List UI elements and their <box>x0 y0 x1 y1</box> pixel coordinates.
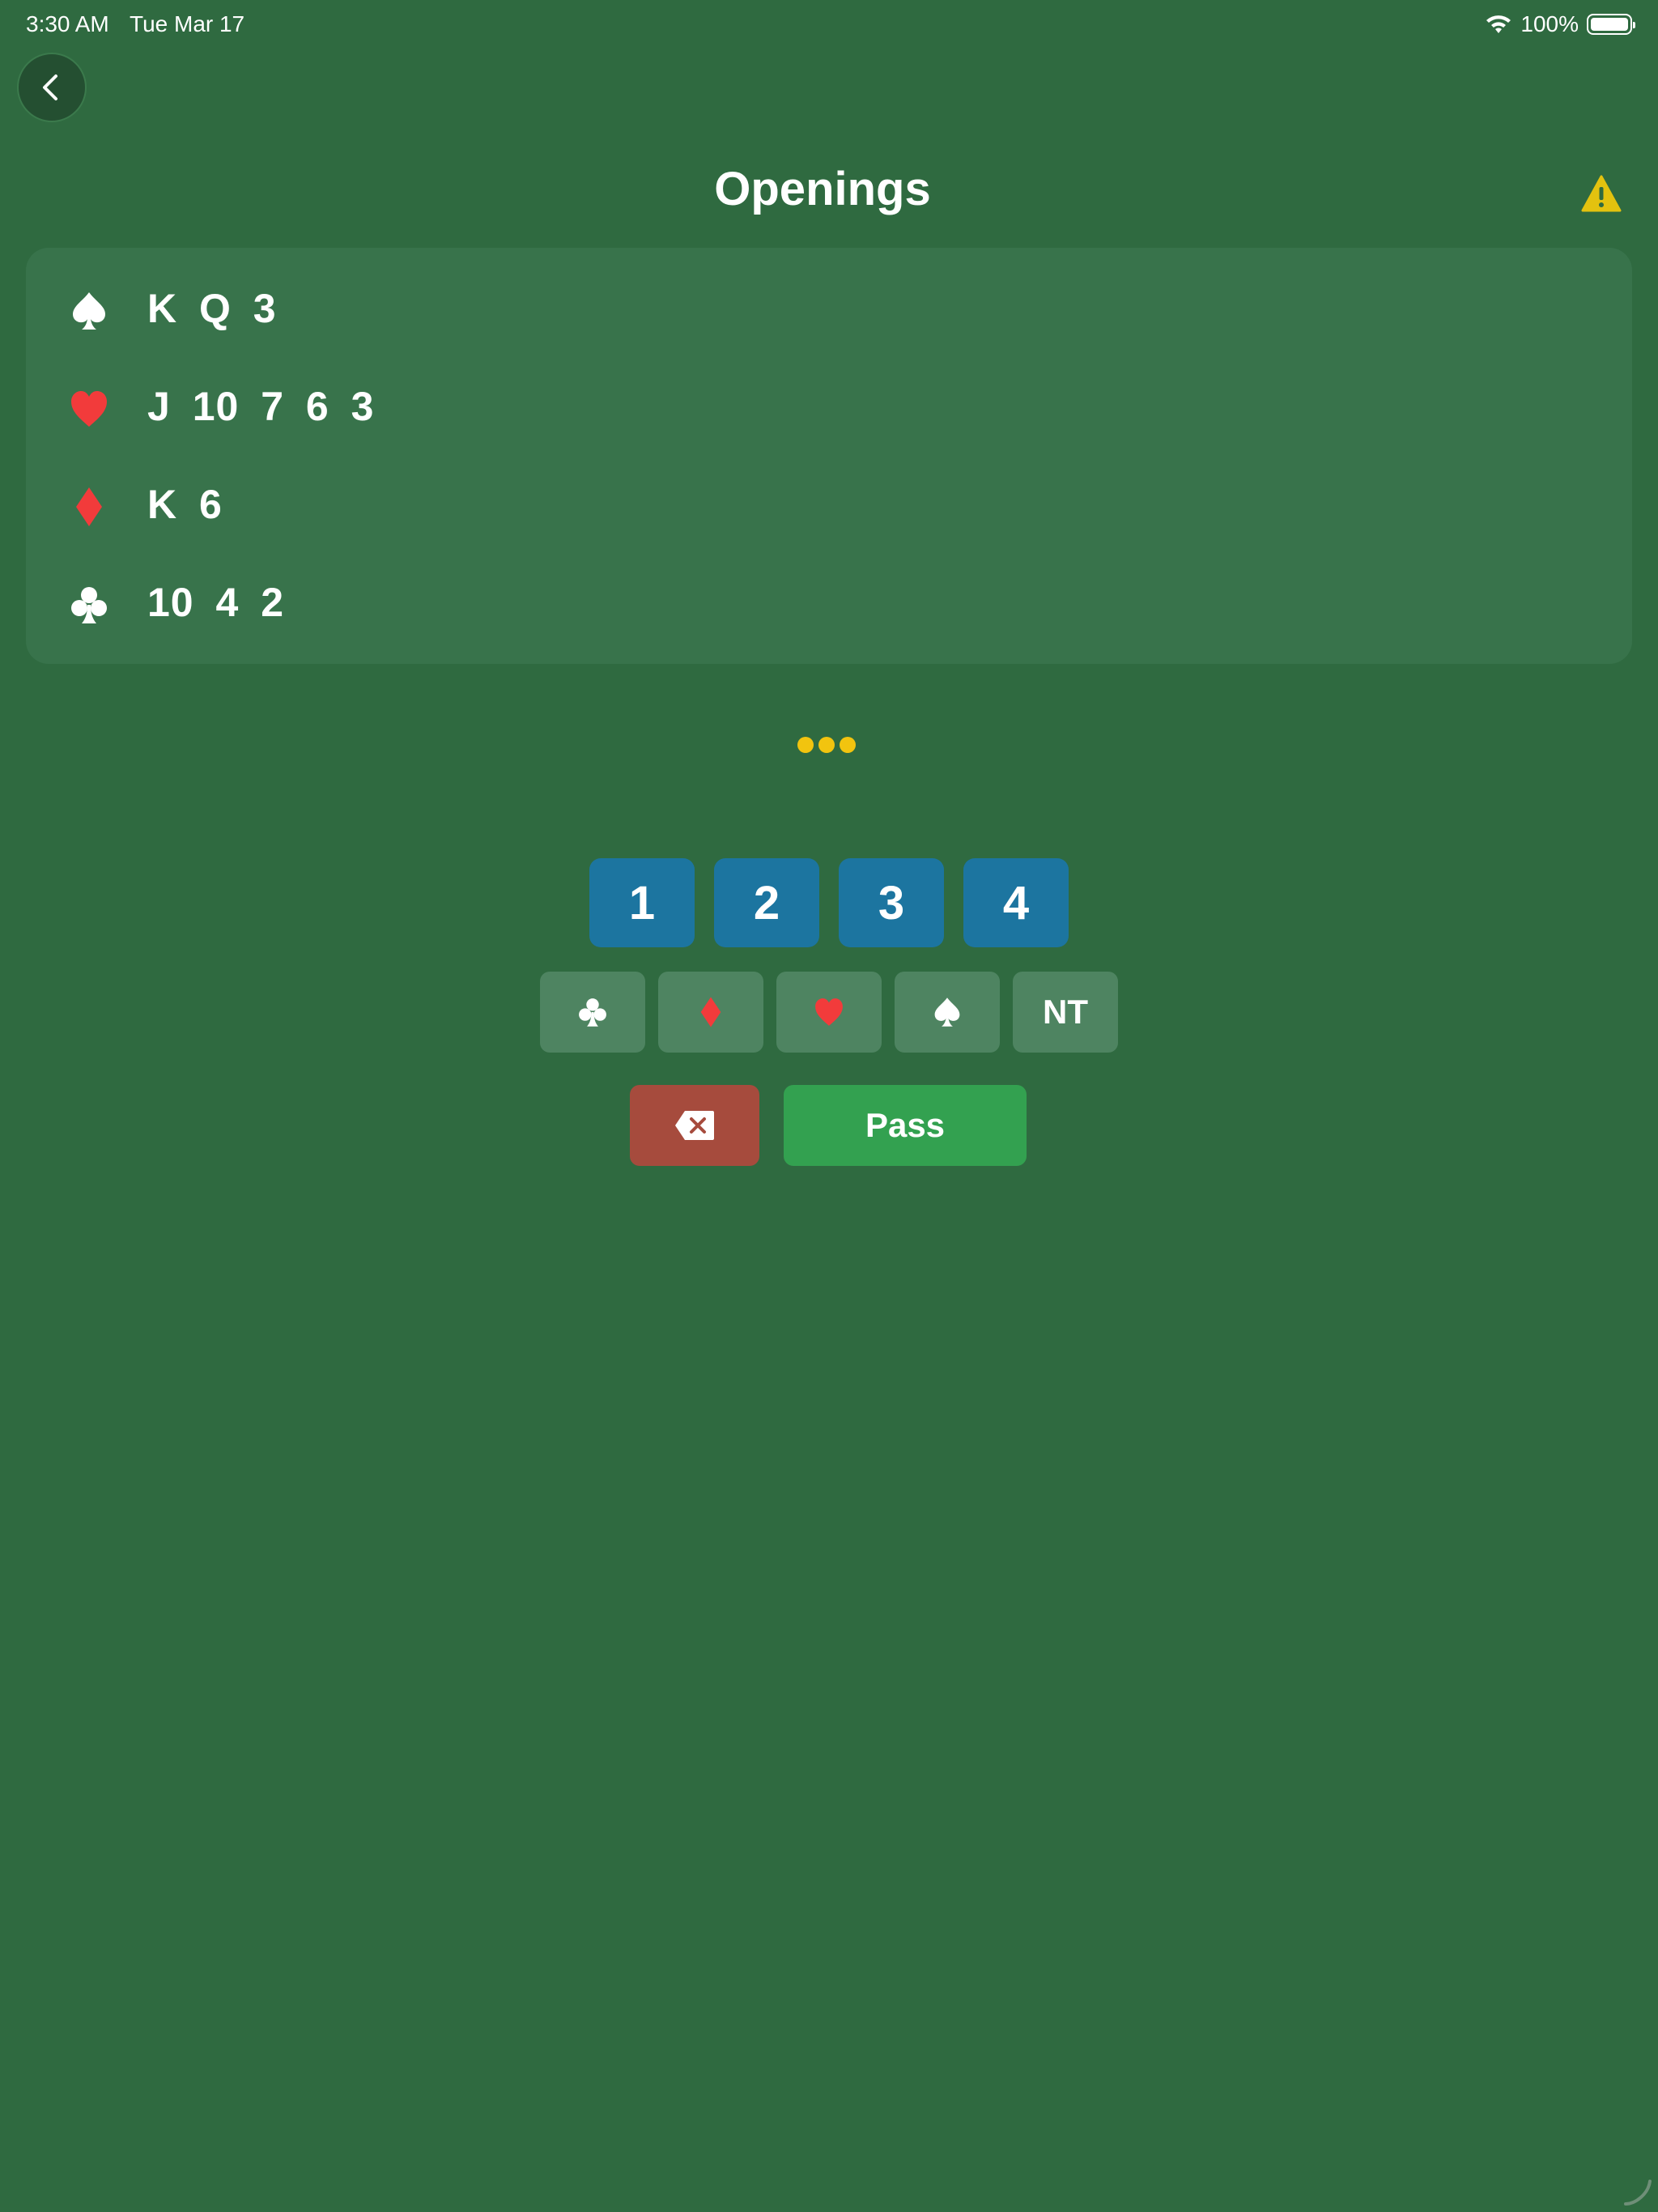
hand-row-spades: K Q 3 <box>26 277 1632 342</box>
dot <box>818 737 835 753</box>
chevron-left-icon <box>43 74 57 100</box>
clubs-cards: 10 4 2 <box>147 580 285 625</box>
status-right: 100% <box>1485 11 1635 37</box>
hand-row-diamonds: K 6 <box>26 473 1632 538</box>
club-icon <box>579 998 606 1027</box>
hand-row-hearts: J 10 7 6 3 <box>26 375 1632 440</box>
wifi-icon <box>1486 15 1511 33</box>
loading-dots <box>797 737 856 753</box>
page-title: Openings <box>714 163 931 215</box>
diamonds-strain-button[interactable] <box>658 972 763 1053</box>
hand-panel: K Q 3 J 10 7 6 3 K 6 10 4 2 <box>26 248 1632 664</box>
heart-icon <box>815 998 843 1026</box>
resize-handle-icon <box>1624 2180 1652 2206</box>
clubs-strain-button[interactable] <box>540 972 645 1053</box>
spades-cards: K Q 3 <box>147 286 277 331</box>
hearts-cards: J 10 7 6 3 <box>147 384 375 429</box>
spades-strain-button[interactable] <box>895 972 1000 1053</box>
pass-button[interactable]: Pass <box>784 1085 1027 1166</box>
notrump-strain-button[interactable]: NT <box>1013 972 1118 1053</box>
diamond-icon <box>76 487 102 526</box>
spade-icon <box>73 292 105 330</box>
backspace-icon <box>675 1111 714 1140</box>
battery-percent: 100% <box>1520 11 1579 36</box>
dot <box>797 737 814 753</box>
hearts-strain-button[interactable] <box>776 972 882 1053</box>
status-time: 3:30 AM <box>26 11 109 36</box>
hand-row-clubs: 10 4 2 <box>26 571 1632 636</box>
diamonds-cards: K 6 <box>147 482 223 527</box>
delete-bid-button[interactable] <box>630 1085 759 1166</box>
status-date: Tue Mar 17 <box>130 11 245 36</box>
app-root: 3:30 AM Tue Mar 17 100% Openings K Q 3 J… <box>0 0 1658 2212</box>
battery-icon <box>1587 14 1635 35</box>
back-button[interactable] <box>17 53 87 122</box>
dot <box>840 737 856 753</box>
status-bar: 3:30 AM Tue Mar 17 100% <box>0 0 1658 52</box>
heart-icon <box>71 391 107 427</box>
level-4-button[interactable]: 4 <box>963 858 1069 947</box>
club-icon <box>71 587 107 623</box>
level-3-button[interactable]: 3 <box>839 858 944 947</box>
level-2-button[interactable]: 2 <box>714 858 819 947</box>
diamond-icon <box>700 997 721 1027</box>
warning-triangle-icon[interactable] <box>1581 174 1622 213</box>
level-1-button[interactable]: 1 <box>589 858 695 947</box>
spade-icon <box>934 998 960 1027</box>
